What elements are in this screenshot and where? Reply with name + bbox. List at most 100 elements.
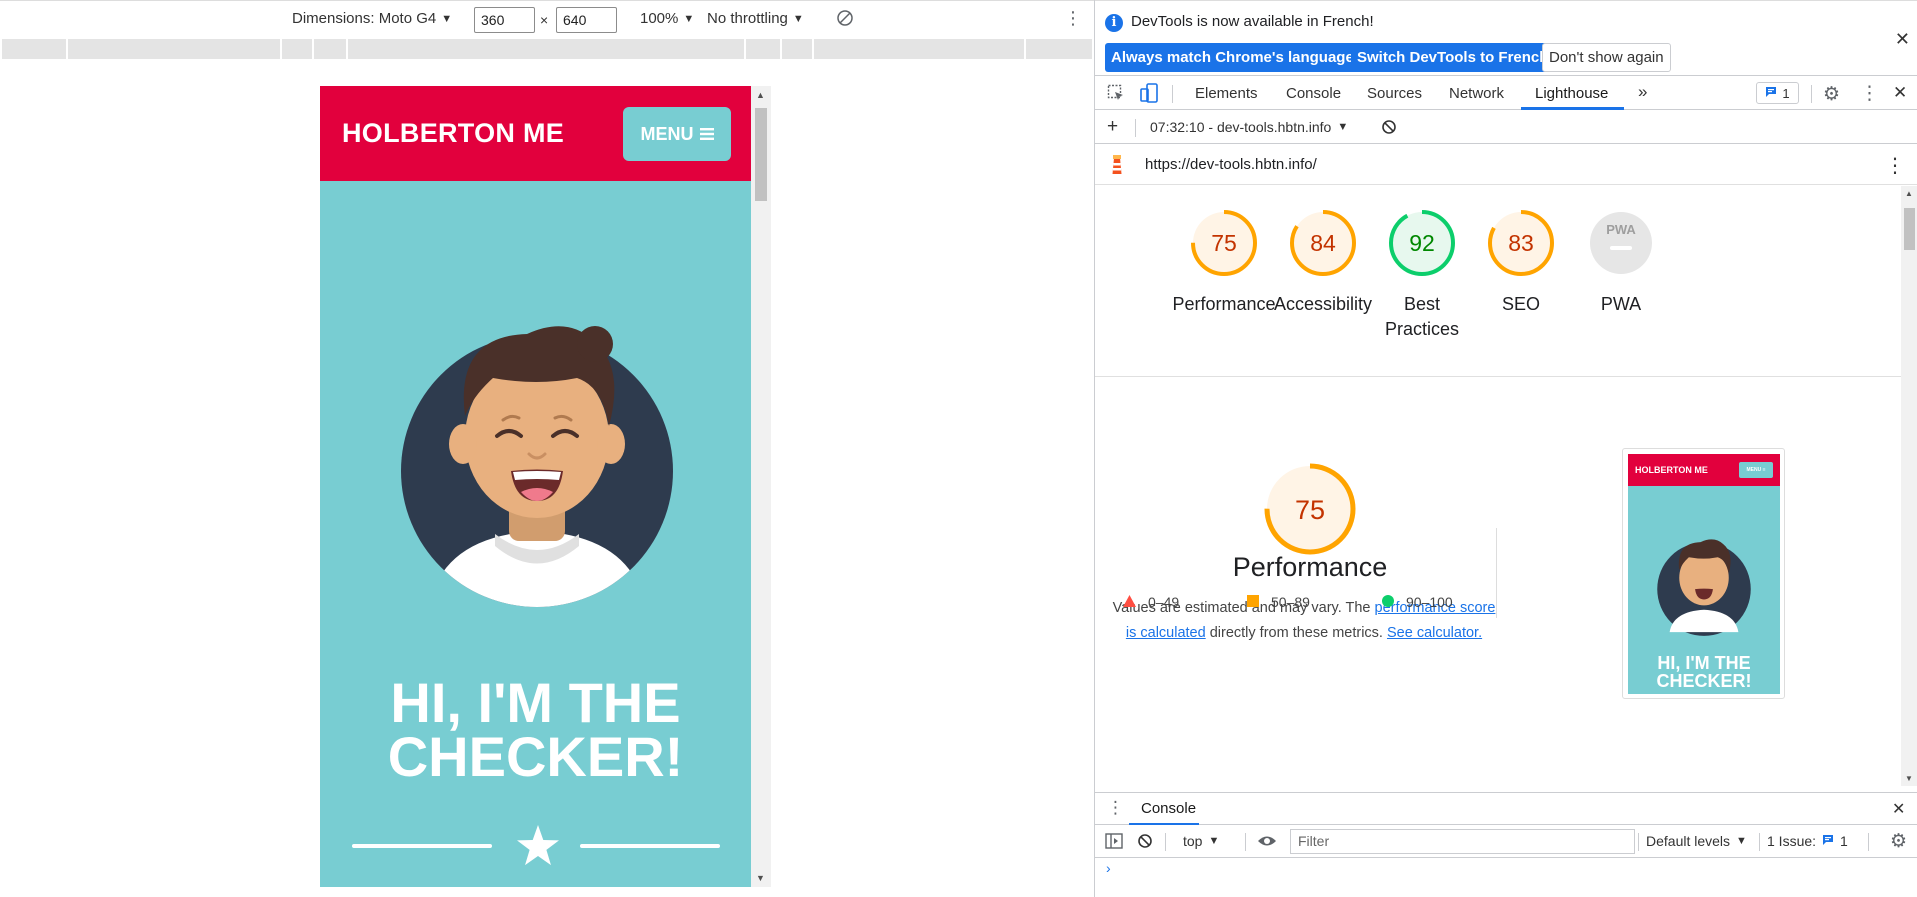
drawer-menu-icon[interactable]: ⋮: [1107, 798, 1124, 818]
toolbar-separator: [1135, 119, 1136, 137]
mobile-brand-logo[interactable]: HOLBERTON ME: [342, 118, 564, 149]
console-toolbar: top ▼ Filter Default levels ▼ 1 Issue: 1…: [1095, 825, 1917, 858]
always-match-language-button[interactable]: Always match Chrome's language: [1105, 43, 1360, 72]
thumbnail-brand: HOLBERTON ME: [1635, 465, 1708, 475]
console-settings-gear-icon[interactable]: ⚙: [1890, 830, 1907, 853]
console-prompt[interactable]: ›: [1106, 860, 1111, 876]
pwa-dash: [1610, 246, 1632, 250]
score-value: 83: [1508, 230, 1534, 256]
throttling-value: No throttling: [707, 10, 788, 27]
thumbnail-avatar-image: [1655, 529, 1753, 644]
chevron-down-icon: ▼: [1337, 121, 1349, 133]
pwa-badge-text: PWA: [1606, 222, 1636, 237]
device-dimensions-label: Dimensions: Moto G4: [292, 10, 437, 27]
context-value: top: [1183, 833, 1203, 849]
toolbar-separator: [1868, 833, 1869, 851]
report-scrollbar[interactable]: ▲ ▼: [1901, 186, 1917, 786]
toolbar-separator: [1811, 85, 1812, 103]
new-report-plus-icon[interactable]: +: [1107, 116, 1118, 138]
report-menu-icon[interactable]: ⋮: [1885, 153, 1905, 178]
hero-line-2: CHECKER!: [387, 725, 684, 788]
tab-network[interactable]: Network: [1449, 85, 1504, 102]
device-toolbar-toggle-icon[interactable]: [1140, 83, 1158, 107]
sidebar-toggle-icon[interactable]: [1105, 833, 1123, 852]
average-square-icon: [1247, 594, 1259, 610]
issues-counter-button[interactable]: 1: [1756, 82, 1799, 104]
score-gauge-ring: 83: [1488, 210, 1554, 276]
mobile-menu-button[interactable]: MENU: [623, 107, 731, 161]
device-emulation-pane: Dimensions: Moto G4 ▼ 360 × 640 100% ▼ N…: [0, 0, 1094, 897]
scrollbar-thumb[interactable]: [1904, 208, 1915, 250]
scroll-down-icon[interactable]: ▼: [756, 873, 765, 883]
dont-show-again-button[interactable]: Don't show again: [1542, 43, 1671, 72]
clear-reports-icon[interactable]: [1381, 119, 1397, 138]
log-levels-value: Default levels: [1646, 833, 1731, 849]
settings-gear-icon[interactable]: ⚙: [1823, 83, 1840, 106]
close-devtools-icon[interactable]: ✕: [1893, 83, 1907, 103]
devtools-tab-bar: Elements Console Sources Network Lightho…: [1095, 77, 1917, 110]
performance-title: Performance: [1232, 552, 1388, 582]
device-select[interactable]: Dimensions: Moto G4 ▼: [292, 10, 452, 27]
context-select[interactable]: top ▼: [1183, 833, 1219, 849]
chevron-down-icon: ▼: [792, 12, 804, 25]
infobar-message: DevTools is now available in French!: [1131, 13, 1374, 30]
thumbnail-hero: HI, I'M THE CHECKER!: [1628, 654, 1780, 690]
device-height-input[interactable]: 640: [556, 7, 617, 33]
legend-pass: 90–100: [1382, 594, 1453, 610]
customize-menu-icon[interactable]: ⋮: [1860, 82, 1879, 105]
divider-line-left: [352, 844, 492, 848]
close-icon[interactable]: ✕: [1895, 29, 1910, 50]
legend-pass-range: 90–100: [1406, 594, 1453, 610]
console-issues-label: 1 Issue:: [1767, 833, 1817, 849]
close-drawer-icon[interactable]: ✕: [1892, 799, 1905, 819]
drawer-tab-console[interactable]: Console: [1141, 800, 1196, 817]
scrollbar-thumb[interactable]: [755, 108, 767, 201]
score-value: 92: [1409, 230, 1435, 256]
thumbnail-hero-line-1: HI, I'M THE: [1657, 653, 1751, 673]
score-gauge[interactable]: PWA PWA: [1561, 208, 1681, 317]
clear-console-icon[interactable]: [1137, 833, 1153, 852]
chevron-down-icon: ▼: [1736, 835, 1747, 847]
device-width-input[interactable]: 360: [474, 7, 535, 33]
live-expression-eye-icon[interactable]: [1257, 833, 1277, 852]
scroll-down-icon[interactable]: ▼: [1905, 774, 1913, 783]
report-url[interactable]: https://dev-tools.hbtn.info/: [1145, 156, 1317, 173]
thumbnail-header: HOLBERTON ME MENU ≡: [1628, 454, 1780, 486]
zoom-select[interactable]: 100% ▼: [640, 10, 694, 27]
mobile-viewport: HOLBERTON ME MENU HI, I'M THE CHECKER!: [320, 86, 751, 887]
pass-circle-icon: [1382, 594, 1394, 610]
mobile-viewport-scrollbar[interactable]: ▲ ▼: [751, 86, 771, 887]
throttling-select[interactable]: No throttling ▼: [707, 10, 804, 27]
toolbar-separator: [1245, 833, 1246, 851]
score-value: 84: [1310, 230, 1336, 256]
tab-sources[interactable]: Sources: [1367, 85, 1422, 102]
more-tabs-icon[interactable]: »: [1638, 82, 1647, 102]
tab-lighthouse[interactable]: Lighthouse: [1535, 85, 1608, 102]
tab-elements[interactable]: Elements: [1195, 85, 1258, 102]
scroll-up-icon[interactable]: ▲: [756, 90, 765, 100]
scroll-up-icon[interactable]: ▲: [1905, 189, 1913, 198]
media-query-ruler[interactable]: [2, 39, 1092, 59]
score-gauge-ring: PWA: [1590, 212, 1652, 274]
log-levels-select[interactable]: Default levels ▼: [1638, 833, 1747, 849]
report-select[interactable]: 07:32:10 - dev-tools.hbtn.info ▼: [1150, 119, 1348, 135]
console-issues-button[interactable]: 1 Issue: 1: [1767, 833, 1848, 849]
thumbnail-page: HOLBERTON ME MENU ≡ HI, I'M THE CHECKER!: [1628, 454, 1780, 694]
inspect-element-icon[interactable]: [1107, 84, 1125, 106]
thumbnail-hero-line-2: CHECKER!: [1656, 671, 1752, 691]
checker-avatar-image: [397, 296, 677, 716]
rotate-icon[interactable]: [836, 9, 854, 31]
info-icon: i: [1105, 14, 1123, 32]
toolbar-separator: [1172, 85, 1173, 103]
times-sign: ×: [540, 12, 549, 28]
see-calculator-link[interactable]: See calculator.: [1387, 625, 1482, 641]
lighthouse-logo-icon: [1109, 154, 1125, 180]
tab-console[interactable]: Console: [1286, 85, 1341, 102]
star-icon: [516, 825, 560, 872]
desc-text: directly from these metrics.: [1205, 625, 1387, 641]
zoom-value: 100%: [640, 10, 679, 27]
more-options-icon[interactable]: ⋮: [1064, 9, 1082, 27]
mobile-header: HOLBERTON ME MENU: [320, 86, 751, 181]
switch-to-french-button[interactable]: Switch DevTools to French: [1351, 43, 1555, 72]
console-filter-input[interactable]: Filter: [1290, 829, 1635, 854]
